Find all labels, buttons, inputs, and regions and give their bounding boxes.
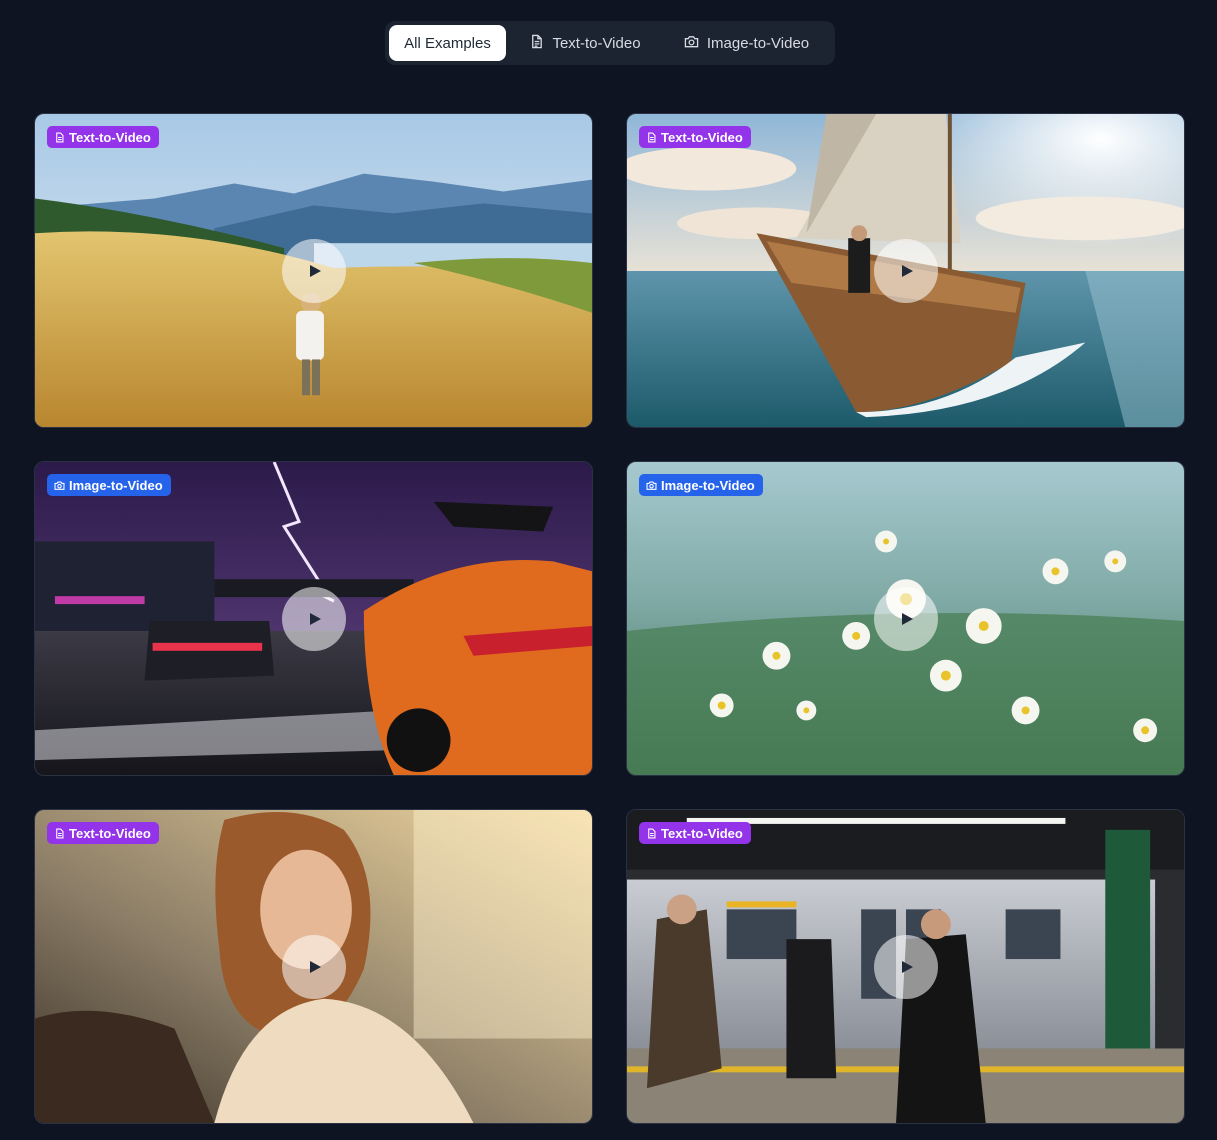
example-card-6[interactable]: Text-to-Video bbox=[626, 809, 1185, 1124]
camera-icon bbox=[54, 480, 65, 491]
example-card-3[interactable]: Image-to-Video bbox=[34, 461, 593, 776]
tab-text-to-video[interactable]: Text-to-Video bbox=[510, 25, 660, 61]
document-icon bbox=[54, 828, 65, 839]
badge-label: Image-to-Video bbox=[69, 478, 163, 493]
example-card-2[interactable]: Text-to-Video bbox=[626, 113, 1185, 428]
play-icon bbox=[900, 264, 914, 278]
play-icon bbox=[900, 960, 914, 974]
play-button[interactable] bbox=[282, 239, 346, 303]
document-icon bbox=[54, 132, 65, 143]
play-button[interactable] bbox=[874, 239, 938, 303]
play-button[interactable] bbox=[282, 935, 346, 999]
badge-label: Text-to-Video bbox=[661, 130, 743, 145]
play-button[interactable] bbox=[282, 587, 346, 651]
tab-all-examples[interactable]: All Examples bbox=[389, 25, 506, 61]
text-to-video-badge: Text-to-Video bbox=[639, 822, 751, 844]
image-to-video-badge: Image-to-Video bbox=[47, 474, 171, 496]
play-icon bbox=[308, 612, 322, 626]
badge-label: Text-to-Video bbox=[69, 130, 151, 145]
image-to-video-badge: Image-to-Video bbox=[639, 474, 763, 496]
example-filter-tabs: All Examples Text-to-Video Image-to-Vide… bbox=[385, 21, 835, 65]
text-to-video-badge: Text-to-Video bbox=[47, 126, 159, 148]
camera-icon bbox=[646, 480, 657, 491]
badge-label: Text-to-Video bbox=[661, 826, 743, 841]
example-card-4[interactable]: Image-to-Video bbox=[626, 461, 1185, 776]
tab-image-to-video[interactable]: Image-to-Video bbox=[664, 25, 829, 61]
tab-label: Text-to-Video bbox=[552, 35, 640, 52]
badge-label: Image-to-Video bbox=[661, 478, 755, 493]
document-icon bbox=[529, 34, 544, 53]
camera-icon bbox=[684, 34, 699, 53]
tab-label: All Examples bbox=[404, 35, 491, 52]
document-icon bbox=[646, 132, 657, 143]
play-button[interactable] bbox=[874, 587, 938, 651]
play-icon bbox=[900, 612, 914, 626]
document-icon bbox=[646, 828, 657, 839]
text-to-video-badge: Text-to-Video bbox=[639, 126, 751, 148]
example-card-1[interactable]: Text-to-Video bbox=[34, 113, 593, 428]
play-icon bbox=[308, 264, 322, 278]
tab-label: Image-to-Video bbox=[707, 35, 809, 52]
text-to-video-badge: Text-to-Video bbox=[47, 822, 159, 844]
play-button[interactable] bbox=[874, 935, 938, 999]
badge-label: Text-to-Video bbox=[69, 826, 151, 841]
play-icon bbox=[308, 960, 322, 974]
example-card-5[interactable]: Text-to-Video bbox=[34, 809, 593, 1124]
